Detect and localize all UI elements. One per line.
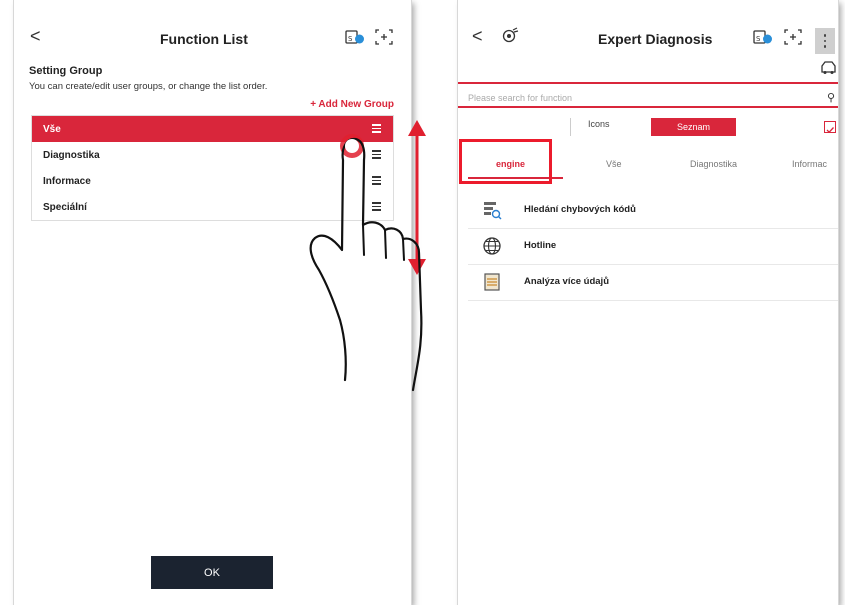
function-row-dtc[interactable]: Hledání chybových kódů [468, 192, 838, 229]
svg-text:S: S [756, 35, 761, 43]
screenshot-icon[interactable] [374, 28, 394, 46]
search-border-top [458, 82, 838, 84]
function-label: Hotline [524, 240, 557, 251]
vci-status-icon[interactable]: S [753, 28, 773, 46]
dtc-search-icon [484, 202, 502, 220]
tab-vse[interactable]: Vše [606, 159, 622, 169]
page-title: Function List [160, 31, 248, 47]
ok-button[interactable]: OK [151, 556, 273, 589]
function-label: Hledání chybových kódů [524, 204, 636, 215]
view-icons-button[interactable]: Icons [588, 119, 610, 129]
more-menu-icon[interactable] [815, 28, 835, 54]
search-icon[interactable]: ⚲ [827, 91, 835, 104]
search-border-bottom [458, 106, 838, 108]
svg-text:S: S [348, 35, 353, 43]
setting-group-title: Setting Group [29, 65, 103, 77]
tab-informace[interactable]: Informac [792, 159, 827, 169]
highlight-box [459, 139, 552, 184]
setting-group-description: You can create/edit user groups, or chan… [29, 81, 268, 92]
tab-diagnostika[interactable]: Diagnostika [690, 159, 737, 169]
vci-status-icon[interactable]: S [345, 28, 365, 46]
vehicle-connect-icon[interactable] [500, 26, 520, 44]
add-new-group-button[interactable]: + Add New Group [310, 99, 394, 110]
function-label: Analýza více údajů [524, 276, 610, 287]
globe-icon [483, 237, 501, 255]
group-label: Informace [43, 175, 91, 187]
data-analysis-icon [484, 273, 500, 291]
expert-diagnosis-screen: < Expert Diagnosis S Please search for f… [458, 0, 838, 605]
back-button[interactable]: < [472, 26, 483, 47]
pointing-hand-icon [309, 134, 423, 392]
function-row-data-analysis[interactable]: Analýza více údajů [468, 264, 838, 301]
group-label: Speciální [43, 201, 87, 213]
edit-checkbox-icon[interactable] [824, 121, 836, 134]
group-label: Diagnostika [43, 149, 100, 161]
back-button[interactable]: < [30, 26, 41, 47]
function-row-hotline[interactable]: Hotline [468, 228, 838, 265]
vehicle-info-icon[interactable] [819, 60, 838, 78]
divider [570, 118, 571, 136]
screenshot-icon[interactable] [783, 28, 803, 46]
view-list-button[interactable]: Seznam [651, 118, 736, 136]
group-label: Vše [43, 123, 61, 135]
search-input[interactable]: Please search for function [468, 93, 572, 103]
page-title: Expert Diagnosis [598, 31, 713, 47]
